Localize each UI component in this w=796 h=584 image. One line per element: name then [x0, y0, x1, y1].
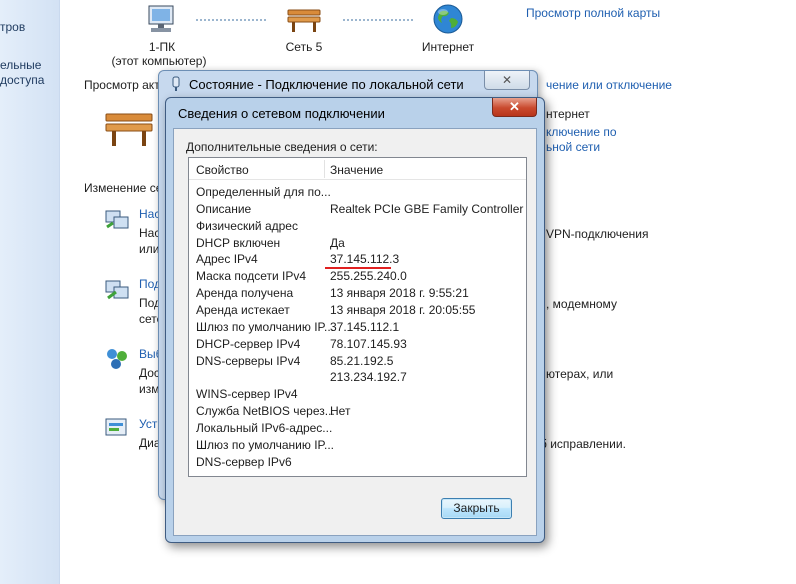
property-cell: Определенный для по... [196, 185, 331, 199]
table-row[interactable]: DNS-серверы IPv4 85.21.192.5 [189, 353, 526, 370]
value-cell: Нет [330, 404, 351, 419]
task-2-tail: , модемному [546, 297, 617, 311]
table-row[interactable]: Служба NetBIOS через... Нет [189, 403, 526, 420]
bench-network-icon[interactable] [286, 4, 322, 36]
property-cell: Адрес IPv4 [196, 252, 258, 267]
table-row[interactable]: 213.234.192.7 [189, 369, 526, 386]
status-window-title: Состояние - Подключение по локальной сет… [189, 77, 464, 92]
task-1-line-2: или [139, 242, 160, 256]
property-cell: DHCP-сервер IPv4 [196, 336, 301, 351]
details-list-header: Свойство Значение [189, 158, 526, 180]
troubleshoot-icon [105, 418, 127, 436]
table-row[interactable]: Физический адрес [189, 218, 526, 235]
column-header-property[interactable]: Свойство [196, 163, 249, 177]
lan-connection-link-1[interactable]: ключение по [546, 125, 617, 139]
status-window-close-button[interactable]: ✕ [484, 71, 530, 90]
bench-network-large-icon [105, 113, 153, 146]
network-details-dialog: Сведения о сетевом подключении ✕ Дополни… [165, 97, 545, 543]
left-nav-pane: тров ельные доступа [0, 0, 60, 584]
table-row[interactable]: Адрес IPv4 37.145.112.3 [189, 251, 526, 270]
value-cell: 213.234.192.7 [330, 370, 407, 385]
change-settings-heading: Изменение се [84, 181, 163, 195]
property-cell: DHCP включен [196, 235, 281, 250]
dialog-title: Сведения о сетевом подключении [178, 106, 385, 121]
details-caption: Дополнительные сведения о сети: [186, 140, 378, 154]
access-type-value: нтернет [546, 107, 590, 121]
globe-internet-icon[interactable] [432, 3, 464, 35]
left-nav-link-2a[interactable]: ельные [0, 58, 41, 72]
property-cell: Маска подсети IPv4 [196, 269, 307, 284]
task-1-tail: VPN-подключения [546, 227, 649, 241]
network-connection-icon [172, 76, 180, 91]
property-cell: Аренда получена [196, 286, 294, 301]
internet-label: Интернет [421, 40, 475, 54]
table-row[interactable]: Описание Realtek PCIe GBE Family Controll… [189, 201, 526, 218]
task-4-tail: б исправлении. [540, 437, 626, 451]
dialog-client-area: Дополнительные сведения о сети: Свойство… [173, 128, 537, 536]
property-cell: Шлюз по умолчанию IP... [196, 319, 334, 334]
table-row[interactable]: WINS-сервер IPv4 [189, 386, 526, 403]
task-3-tail: ютерах, или [546, 367, 614, 381]
close-button[interactable]: Закрыть [441, 498, 512, 519]
dialog-close-x-button[interactable]: ✕ [492, 98, 537, 117]
table-row[interactable]: Шлюз по умолчанию IP... 37.145.112.1 [189, 319, 526, 336]
network-label: Сеть 5 [285, 40, 323, 54]
value-cell: 37.145.112.1 [330, 319, 400, 334]
property-cell: Описание [196, 201, 252, 216]
connect-disconnect-link[interactable]: чение или отключение [546, 78, 672, 92]
table-row[interactable]: Определенный для по... [189, 184, 526, 201]
property-cell: Шлюз по умолчанию IP... [196, 437, 334, 452]
value-cell: 37.145.112.3 [330, 252, 400, 267]
value-cell: 13 января 2018 г. 9:55:21 [330, 286, 469, 301]
table-row[interactable]: Аренда истекает 13 января 2018 г. 20:05:5… [189, 302, 526, 319]
table-row[interactable]: Шлюз по умолчанию IP... [189, 437, 526, 454]
left-nav-link-2b[interactable]: доступа [0, 73, 44, 87]
pc-sublabel: (этот компьютер) [111, 54, 207, 68]
property-cell: DNS-серверы IPv4 [196, 353, 301, 368]
pc-label: 1-ПК [148, 40, 176, 54]
value-cell: 85.21.192.5 [330, 353, 394, 368]
table-row[interactable]: DHCP-сервер IPv4 78.107.145.93 [189, 336, 526, 353]
left-nav-link-1[interactable]: тров [0, 20, 25, 34]
homegroup-icon [107, 349, 127, 369]
property-cell: Аренда истекает [196, 302, 290, 317]
computer-icon[interactable] [145, 4, 179, 36]
property-cell: WINS-сервер IPv4 [196, 387, 298, 402]
property-cell: Физический адрес [196, 218, 298, 233]
table-row[interactable]: DHCP включен Да [189, 235, 526, 252]
table-row[interactable]: Маска подсети IPv4 255.255.240.0 [189, 268, 526, 285]
value-cell: 78.107.145.93 [330, 336, 407, 351]
property-cell: DNS-сервер IPv6 [196, 454, 292, 469]
connection-line-1 [196, 19, 266, 21]
table-row[interactable]: Локальный IPv6-адрес... [189, 420, 526, 437]
property-cell: Локальный IPv6-адрес... [196, 420, 333, 435]
value-cell: Да [330, 235, 345, 250]
table-row[interactable]: Аренда получена 13 января 2018 г. 9:55:21 [189, 285, 526, 302]
column-header-value[interactable]: Значение [330, 163, 383, 177]
setup-connection-icon [105, 210, 129, 229]
details-list[interactable]: Свойство Значение Определенный для по...… [188, 157, 527, 477]
full-map-link[interactable]: Просмотр полной карты [526, 6, 660, 20]
value-cell: 255.255.240.0 [330, 269, 407, 284]
table-row[interactable]: DNS-сервер IPv6 [189, 454, 526, 471]
value-cell: Realtek PCIe GBE Family Controller [330, 201, 524, 216]
view-active-networks-heading: Просмотр акт [84, 78, 160, 92]
connection-line-2 [343, 19, 413, 21]
value-cell: 13 января 2018 г. 20:05:55 [330, 302, 476, 317]
connect-network-icon [105, 280, 129, 300]
lan-connection-link-2[interactable]: ьной сети [546, 140, 600, 154]
property-cell: Служба NetBIOS через... [196, 404, 335, 419]
